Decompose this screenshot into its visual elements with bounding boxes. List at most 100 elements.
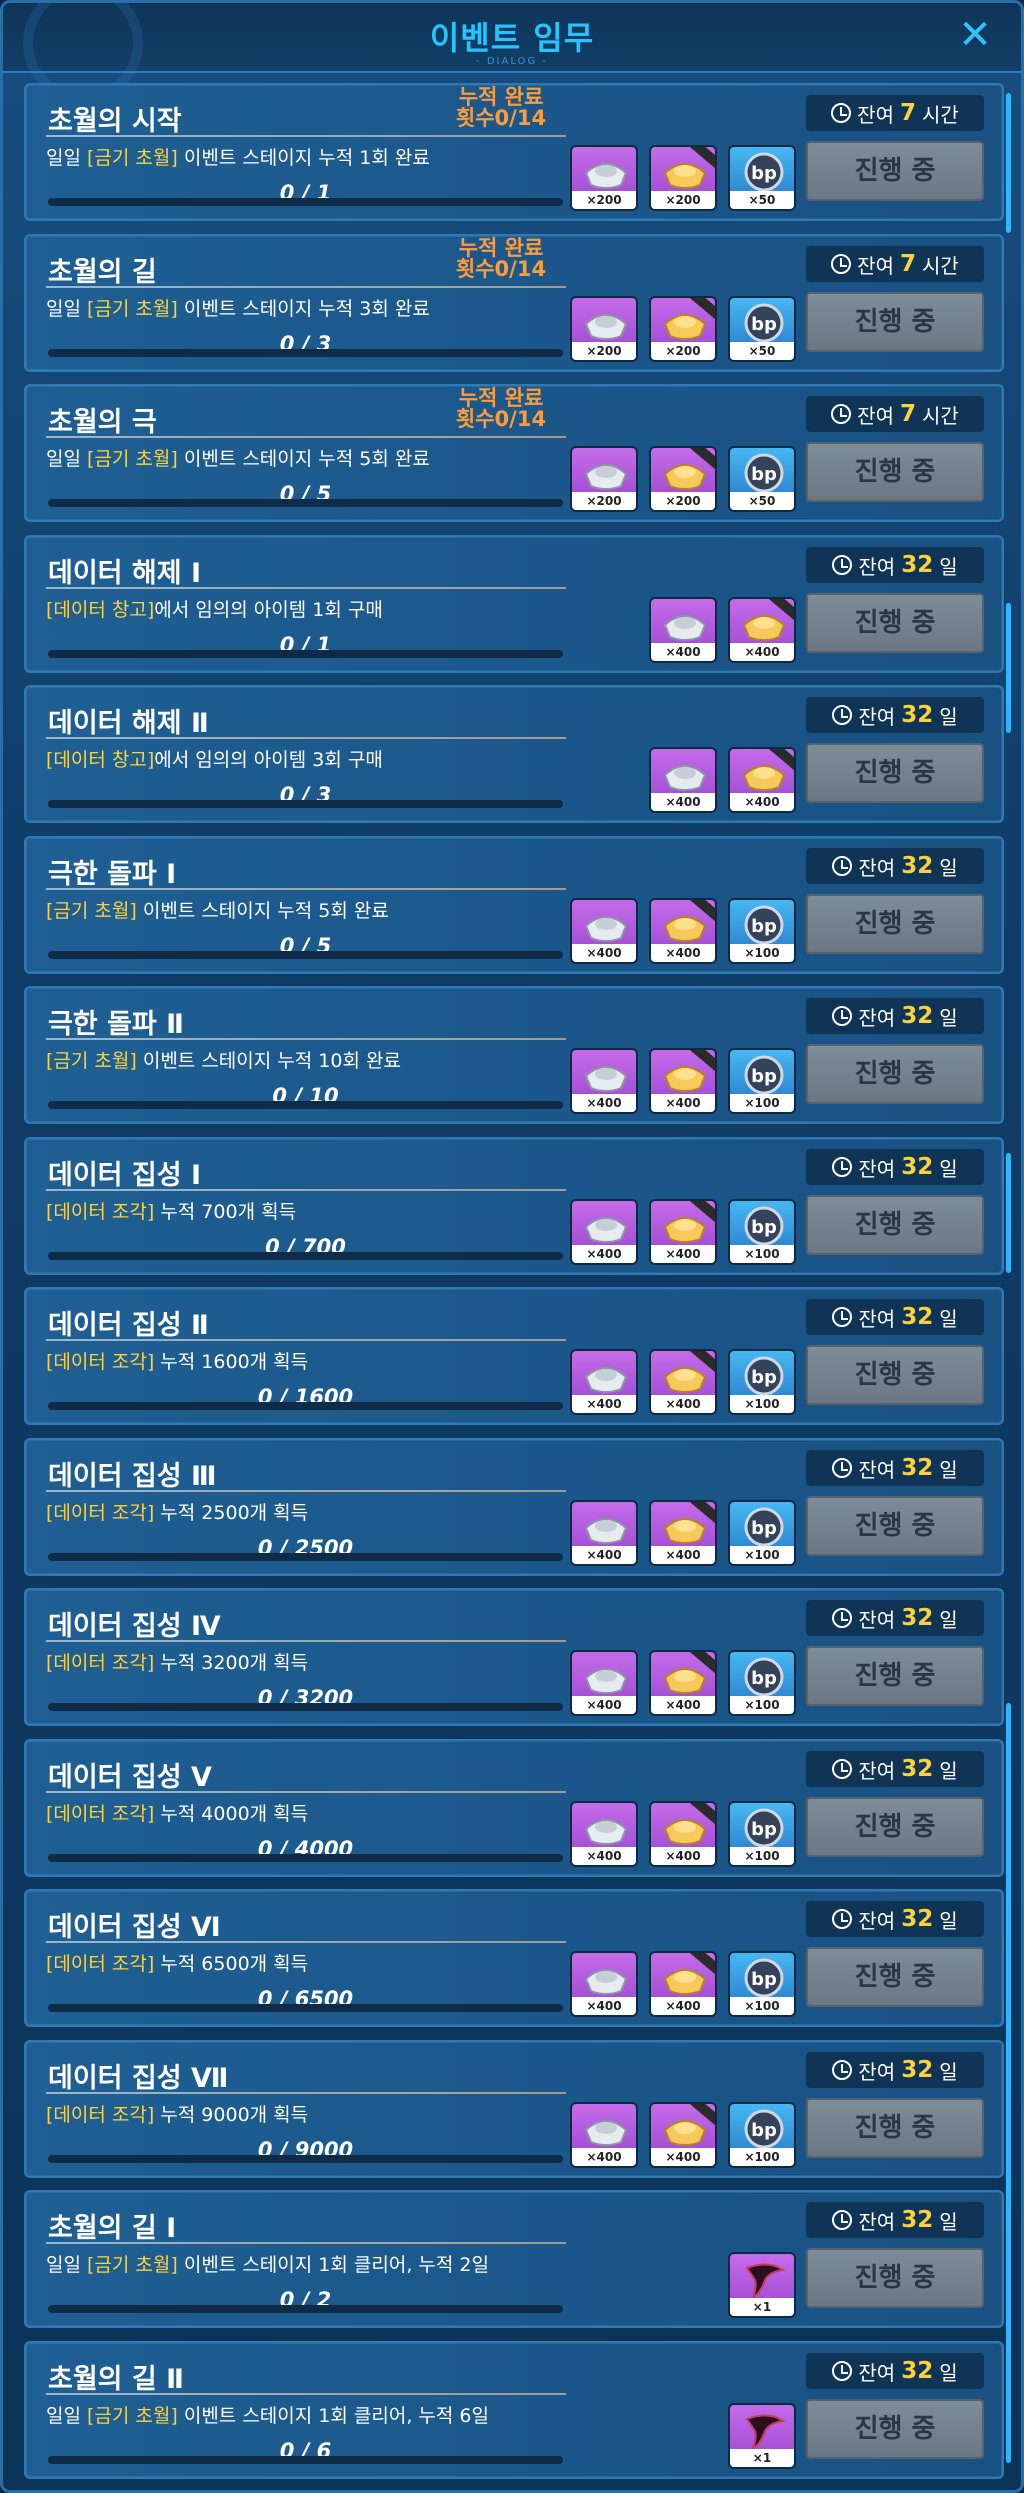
reward-item[interactable]: ×200 — [649, 446, 717, 512]
reward-item[interactable]: ×400 — [570, 1199, 638, 1265]
in-progress-button[interactable]: 진행 중 — [806, 2248, 984, 2308]
in-progress-button[interactable]: 진행 중 — [806, 743, 984, 803]
in-progress-button[interactable]: 진행 중 — [806, 1044, 984, 1104]
reward-item[interactable]: bp ×100 — [728, 2102, 796, 2168]
reward-item[interactable]: ×400 — [570, 1650, 638, 1716]
reward-item[interactable]: bp ×50 — [728, 296, 796, 362]
in-progress-button[interactable]: 진행 중 — [806, 292, 984, 352]
reward-list: ×1 — [728, 2252, 796, 2318]
reward-item[interactable]: ×400 — [728, 597, 796, 663]
reward-item[interactable]: ×400 — [649, 1951, 717, 2017]
dialog-header: 이벤트 임무 - DIALOG - ✕ — [3, 3, 1021, 103]
in-progress-button[interactable]: 진행 중 — [806, 894, 984, 954]
reward-item[interactable]: ×400 — [649, 2102, 717, 2168]
task-description: 일일 [금기 초월] 이벤트 스테이지 1회 클리어, 누적 6일 — [46, 2401, 489, 2428]
scrollbar-segment[interactable] — [1006, 603, 1011, 733]
reward-item[interactable]: ×200 — [570, 296, 638, 362]
reward-item[interactable]: ×200 — [649, 296, 717, 362]
reward-item[interactable]: ×400 — [570, 1801, 638, 1867]
progress-bar — [48, 1703, 563, 1711]
remaining-unit: 일 — [939, 554, 958, 579]
remaining-value: 32 — [901, 1304, 934, 1330]
task-title: 초월의 시작 — [48, 106, 182, 137]
reward-item[interactable]: ×400 — [649, 1048, 717, 1114]
clock-icon — [832, 1608, 853, 1628]
reward-item[interactable]: bp ×100 — [728, 1199, 796, 1265]
reward-quantity: ×400 — [651, 1094, 715, 1112]
remaining-unit: 일 — [939, 1457, 958, 1482]
remaining-time: 잔여 32 일 — [806, 1751, 984, 1787]
reward-item[interactable]: ×400 — [570, 1048, 638, 1114]
remaining-unit: 일 — [939, 704, 958, 729]
scrollbar-segment[interactable] — [1006, 1703, 1011, 2463]
title-divider — [46, 286, 566, 288]
scrollbar-segment[interactable] — [1006, 93, 1011, 233]
reward-item[interactable]: ×1 — [728, 2403, 796, 2469]
reward-item[interactable]: bp ×100 — [728, 1349, 796, 1415]
reward-item[interactable]: ×400 — [570, 1951, 638, 2017]
reward-item[interactable]: bp ×100 — [728, 1951, 796, 2017]
progress-bar — [48, 2004, 563, 2012]
in-progress-button[interactable]: 진행 중 — [806, 1496, 984, 1556]
remaining-label: 잔여 — [857, 102, 894, 127]
reward-list: ×400 ×400 bp ×100 — [570, 898, 796, 964]
reward-item[interactable]: bp ×100 — [728, 1500, 796, 1566]
in-progress-button[interactable]: 진행 중 — [806, 2098, 984, 2158]
reward-item[interactable]: bp ×100 — [728, 898, 796, 964]
reward-item[interactable]: ×400 — [649, 597, 717, 663]
remaining-time: 잔여 32 일 — [806, 1600, 984, 1636]
task-title: 데이터 집성 Ⅲ — [48, 1461, 217, 1492]
reward-item[interactable]: ×400 — [649, 898, 717, 964]
reward-quantity: ×200 — [572, 342, 636, 360]
remaining-value: 7 — [899, 251, 916, 277]
reward-item[interactable]: bp ×100 — [728, 1048, 796, 1114]
description-text: 에서 임의의 아이템 3회 구매 — [154, 749, 383, 771]
in-progress-button[interactable]: 진행 중 — [806, 1195, 984, 1255]
task-card: 데이터 집성 Ⅳ [데이터 조각] 누적 3200개 획득 0 / 3200 ×… — [24, 1588, 1004, 1726]
reward-item[interactable]: ×400 — [649, 1349, 717, 1415]
in-progress-button[interactable]: 진행 중 — [806, 1345, 984, 1405]
reward-list: ×200 ×200 bp ×50 — [570, 145, 796, 211]
reward-item[interactable]: bp ×100 — [728, 1650, 796, 1716]
remaining-value: 32 — [901, 2057, 934, 2083]
cumulative-completion-count: 누적 완료 횟수0/14 — [455, 386, 547, 431]
reward-item[interactable]: ×1 — [728, 2252, 796, 2318]
reward-list: ×200 ×200 bp ×50 — [570, 446, 796, 512]
remaining-time: 잔여 32 일 — [806, 2202, 984, 2238]
close-icon[interactable]: ✕ — [955, 15, 995, 55]
reward-item[interactable]: ×400 — [570, 898, 638, 964]
remaining-label: 잔여 — [858, 1156, 896, 1181]
in-progress-button[interactable]: 진행 중 — [806, 593, 984, 653]
reward-quantity: ×400 — [651, 1546, 715, 1564]
in-progress-button[interactable]: 진행 중 — [806, 1947, 984, 2007]
reward-item[interactable]: ×200 — [570, 145, 638, 211]
remaining-label: 잔여 — [857, 253, 894, 278]
reward-item[interactable]: ×200 — [649, 145, 717, 211]
task-description: 일일 [금기 초월] 이벤트 스테이지 1회 클리어, 누적 2일 — [46, 2250, 489, 2277]
reward-item[interactable]: ×200 — [570, 446, 638, 512]
description-text: 누적 700개 획득 — [154, 1201, 297, 1223]
reward-list: ×400 ×400 — [649, 597, 796, 663]
reward-item[interactable]: ×400 — [649, 1500, 717, 1566]
reward-item[interactable]: bp ×50 — [728, 145, 796, 211]
reward-item[interactable]: ×400 — [649, 747, 717, 813]
reward-item[interactable]: ×400 — [649, 1650, 717, 1716]
in-progress-button[interactable]: 진행 중 — [806, 1797, 984, 1857]
in-progress-button[interactable]: 진행 중 — [806, 1646, 984, 1706]
in-progress-button[interactable]: 진행 중 — [806, 442, 984, 502]
reward-quantity: ×400 — [651, 643, 715, 661]
reward-quantity: ×400 — [651, 1696, 715, 1714]
task-title: 데이터 집성 Ⅴ — [48, 1762, 212, 1793]
reward-item[interactable]: ×400 — [570, 2102, 638, 2168]
reward-item[interactable]: ×400 — [649, 1199, 717, 1265]
in-progress-button[interactable]: 진행 중 — [806, 141, 984, 201]
reward-item[interactable]: ×400 — [649, 1801, 717, 1867]
scrollbar-segment[interactable] — [1006, 1153, 1011, 1273]
reward-item[interactable]: bp ×50 — [728, 446, 796, 512]
reward-item[interactable]: ×400 — [570, 1500, 638, 1566]
reward-item[interactable]: bp ×100 — [728, 1801, 796, 1867]
in-progress-button[interactable]: 진행 중 — [806, 2399, 984, 2459]
description-text: 누적 9000개 획득 — [154, 2104, 309, 2126]
reward-item[interactable]: ×400 — [728, 747, 796, 813]
reward-item[interactable]: ×400 — [570, 1349, 638, 1415]
